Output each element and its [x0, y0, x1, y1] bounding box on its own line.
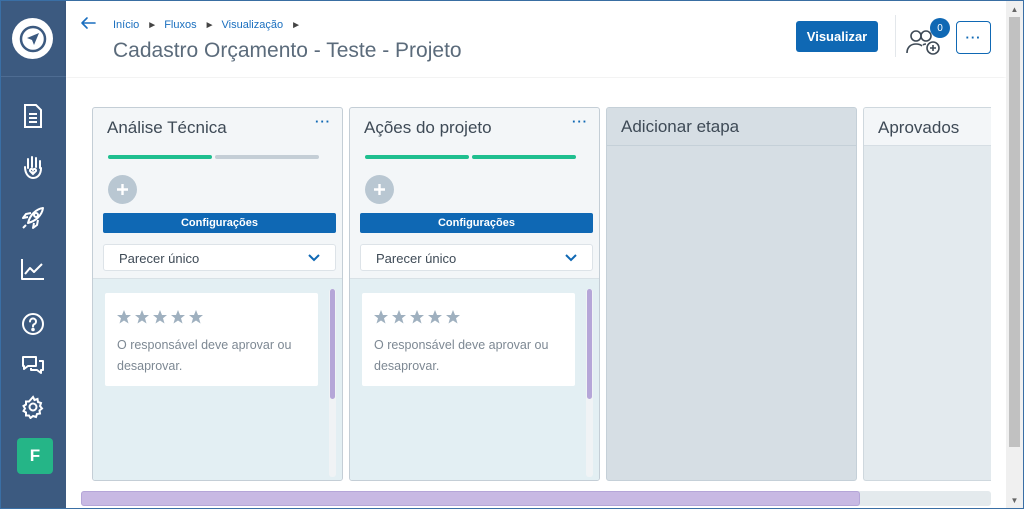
rating-stars	[373, 309, 461, 325]
card-description: O responsável deve aprovar ou desaprovar…	[117, 338, 292, 373]
sidebar-item-launch[interactable]	[19, 204, 47, 232]
sidebar: F	[1, 1, 66, 508]
chart-line-icon	[21, 259, 44, 280]
star-icon[interactable]	[152, 309, 168, 325]
star-icon[interactable]	[409, 309, 425, 325]
stage-column-aprovados: Aprovados	[863, 107, 991, 481]
sidebar-item-help[interactable]	[19, 310, 47, 338]
chevron-down-icon	[551, 246, 591, 269]
add-stage-column[interactable]: Adicionar etapa	[606, 107, 857, 481]
stage-progress	[108, 155, 319, 159]
stage-more-button[interactable]: ···	[572, 114, 588, 129]
hand-heart-icon	[24, 156, 42, 180]
stage-cards-area: O responsável deve aprovar ou desaprovar…	[350, 278, 599, 480]
back-button[interactable]	[78, 13, 98, 33]
stage-title: Ações do projeto	[364, 118, 492, 137]
stage-title: Análise Técnica	[107, 118, 227, 137]
approval-type-select[interactable]: Parecer único	[360, 244, 593, 271]
board-scrollbar-thumb[interactable]	[81, 491, 860, 506]
star-icon[interactable]	[427, 309, 443, 325]
document-icon	[24, 104, 42, 128]
stage-progress	[365, 155, 576, 159]
select-value: Parecer único	[376, 251, 457, 266]
rocket-icon	[22, 207, 44, 229]
sidebar-item-documents[interactable]	[19, 102, 47, 130]
sidebar-divider	[1, 76, 66, 77]
progress-segment	[215, 155, 319, 159]
approval-type-select[interactable]: Parecer único	[103, 244, 336, 271]
page-title: Cadastro Orçamento - Teste - Projeto	[113, 39, 462, 62]
select-value: Parecer único	[119, 251, 200, 266]
stage-title: Aprovados	[878, 118, 960, 137]
paper-plane-logo-icon	[19, 25, 46, 52]
gear-icon	[22, 395, 44, 419]
breadcrumb-fluxos[interactable]: Fluxos	[164, 19, 196, 31]
chevron-down-icon	[294, 246, 334, 269]
breadcrumb-inicio[interactable]: Início	[113, 19, 139, 31]
logo[interactable]	[12, 18, 53, 59]
chat-bubbles-icon	[22, 356, 44, 374]
star-icon[interactable]	[170, 309, 186, 325]
card-description: O responsável deve aprovar ou desaprovar…	[374, 338, 549, 373]
add-step-button[interactable]	[365, 175, 394, 204]
add-stage-label[interactable]: Adicionar etapa	[621, 117, 739, 137]
add-step-button[interactable]	[108, 175, 137, 204]
plus-icon	[374, 184, 385, 195]
header-divider	[895, 15, 896, 57]
plus-icon	[117, 184, 128, 195]
progress-segment	[365, 155, 469, 159]
star-icon[interactable]	[116, 309, 132, 325]
breadcrumb-visualizacao[interactable]: Visualização	[222, 19, 284, 31]
breadcrumb: Início ► Fluxos ► Visualização ►	[113, 19, 308, 31]
chevron-right-icon: ►	[204, 19, 215, 31]
sidebar-item-reports[interactable]	[19, 255, 47, 283]
star-icon[interactable]	[373, 309, 389, 325]
sidebar-item-hand[interactable]	[19, 153, 47, 181]
kanban-board: Análise Técnica ··· Configurações Parece…	[66, 78, 1006, 508]
page-header: Início ► Fluxos ► Visualização ► Cadastr…	[66, 1, 1006, 77]
progress-segment	[108, 155, 212, 159]
header-more-button[interactable]: ···	[956, 21, 991, 54]
scroll-up-icon[interactable]: ▲	[1008, 3, 1021, 15]
rating-stars	[116, 309, 204, 325]
visualizar-button[interactable]: Visualizar	[796, 21, 878, 52]
user-avatar[interactable]: F	[17, 438, 53, 474]
star-icon[interactable]	[134, 309, 150, 325]
star-icon[interactable]	[445, 309, 461, 325]
configuracoes-button[interactable]: Configurações	[360, 213, 593, 233]
approval-card[interactable]: O responsável deve aprovar ou desaprovar…	[105, 293, 318, 386]
progress-segment	[472, 155, 576, 159]
star-icon[interactable]	[188, 309, 204, 325]
sidebar-item-settings[interactable]	[19, 393, 47, 421]
help-circle-icon	[22, 313, 44, 335]
column-scrollbar-thumb[interactable]	[587, 289, 592, 399]
page-scrollbar-thumb[interactable]	[1009, 17, 1020, 447]
stage-more-button[interactable]: ···	[315, 114, 331, 129]
column-scrollbar-thumb[interactable]	[330, 289, 335, 399]
star-icon[interactable]	[391, 309, 407, 325]
configuracoes-button[interactable]: Configurações	[103, 213, 336, 233]
participants-count-badge: 0	[930, 18, 950, 38]
sidebar-item-chat[interactable]	[19, 351, 47, 379]
stage-column-analise-tecnica: Análise Técnica ··· Configurações Parece…	[92, 107, 343, 481]
scroll-down-icon[interactable]: ▼	[1008, 494, 1021, 506]
chevron-right-icon: ►	[291, 19, 301, 31]
arrow-left-icon	[81, 17, 96, 29]
approval-card[interactable]: O responsável deve aprovar ou desaprovar…	[362, 293, 575, 386]
chevron-right-icon: ►	[147, 19, 158, 31]
stage-cards-area: O responsável deve aprovar ou desaprovar…	[93, 278, 342, 480]
stage-column-acoes-do-projeto: Ações do projeto ··· Configurações Parec…	[349, 107, 600, 481]
